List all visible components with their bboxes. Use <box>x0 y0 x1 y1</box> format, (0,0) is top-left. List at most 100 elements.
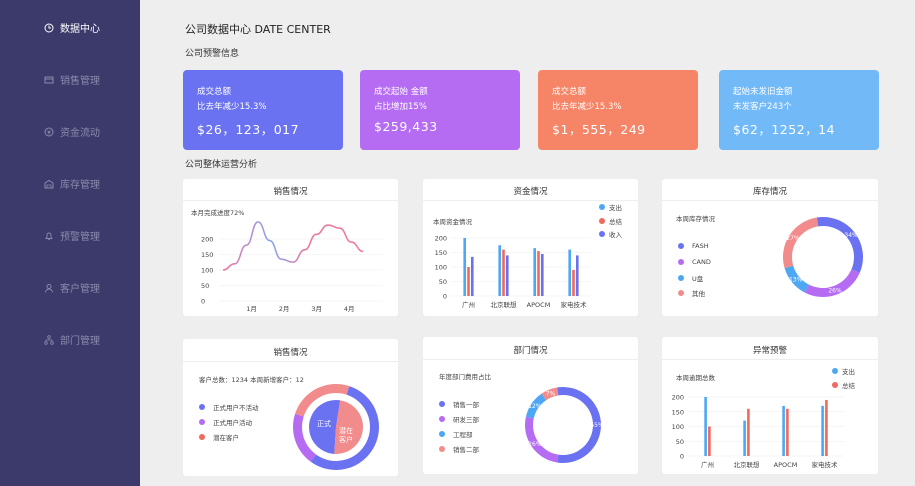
x-tick-label: APOCM <box>774 461 798 469</box>
bar <box>708 426 711 456</box>
bar <box>471 256 474 296</box>
kpi-sub: 比去年减少15.3% <box>552 102 622 112</box>
bar <box>506 255 509 296</box>
inner-label: 正式 <box>317 419 331 428</box>
y-tick-label: 50 <box>676 438 684 446</box>
bar <box>498 245 501 296</box>
kpi-label: 成交起始 金额 <box>374 87 428 97</box>
inner-label: 客户 <box>339 435 353 444</box>
kpi-card-start-amount[interactable]: 成交起始 金额 占比增加15% $259,433 <box>360 70 520 150</box>
sidebar-item-data-center[interactable]: 数据中心 <box>44 20 100 35</box>
bar <box>541 253 544 296</box>
slice-label: 7% <box>546 390 556 397</box>
clock-icon <box>44 23 54 32</box>
y-tick-label: 100 <box>672 423 684 431</box>
inner-label: 潜在 <box>339 426 353 435</box>
kpi-card-total-2[interactable]: 成交总额 比去年减少15.3% $1，555，249 <box>538 70 698 150</box>
donut-slice <box>816 217 863 273</box>
org-icon <box>44 334 54 345</box>
page-title: 公司数据中心 DATE CENTER <box>185 23 331 36</box>
kpi-label: 成交总额 <box>197 87 232 97</box>
y-tick-label: 100 <box>435 264 447 272</box>
bar <box>821 405 824 456</box>
slice-label: 34% <box>844 232 858 239</box>
series-line <box>222 221 364 271</box>
alerts-bar-chart: 0 50 100 150 200 广州 北京联想 APOCM 家电技术 <box>672 394 844 469</box>
inventory-card: 库存情况 本周库存情况 FASH CAND U盘 其他 34% 26% 13% 27% <box>662 179 878 316</box>
inventory-donut-chart: 34% 26% 13% 27% <box>783 217 863 297</box>
bar <box>568 249 571 296</box>
x-tick-label: 家电技术 <box>812 460 839 469</box>
kpi-card-total[interactable]: 成交总额 比去年减少15.3% $26，123，017 <box>183 70 343 150</box>
sidebar-item-sales[interactable]: 销售管理 <box>44 72 100 87</box>
bar <box>576 255 579 296</box>
bar <box>782 405 785 456</box>
kpi-sub: 比去年减少15.3% <box>197 102 267 112</box>
sidebar-item-customers[interactable]: 客户管理 <box>44 280 100 295</box>
y-tick-label: 0 <box>443 293 447 301</box>
kpi-sub: 占比增加15% <box>374 102 427 112</box>
money-icon <box>44 127 54 136</box>
y-tick-label: 100 <box>201 267 213 275</box>
bell-icon <box>45 232 53 240</box>
kpi-label: 成交总额 <box>552 87 587 97</box>
donut-slice <box>525 416 559 463</box>
main-content: 公司数据中心 DATE CENTER 公司预警信息 成交总额 比去年减少15.3… <box>145 0 915 486</box>
alerts-card: 异常预警 本周逾期总数 支出 总结 0 50 100 150 200 广州 北京联想 APOC… <box>662 337 878 474</box>
y-tick-label: 50 <box>439 278 447 286</box>
slice-label: 12% <box>528 403 542 410</box>
y-tick-label: 200 <box>201 236 213 244</box>
sidebar-item-departments[interactable]: 部门管理 <box>44 332 100 347</box>
y-tick-label: 150 <box>672 408 684 416</box>
sidebar-item-inventory[interactable]: 库存管理 <box>44 176 100 191</box>
donut-slice <box>783 217 819 269</box>
customers-donut-chart: 正式潜在客户 <box>293 384 379 470</box>
bar <box>825 399 828 456</box>
funds-card: 资金情况 本周资金情况 支出 总结 收入 0 50 100 150 200 广州 北京联想 A… <box>423 179 638 316</box>
x-tick-label: 1月 <box>246 305 257 313</box>
kpi-value: $62，1252，14 <box>733 122 836 137</box>
y-tick-label: 150 <box>201 251 213 259</box>
department-donut-chart: 55% 26% 12% 7% <box>525 387 604 463</box>
card-icon <box>44 76 54 83</box>
department-card: 部门情况 年度部门费用占比 销售一部 研发三部 工程部 销售二部 55% 26% 1… <box>423 337 638 474</box>
bar <box>704 397 707 456</box>
x-tick-label: 4月 <box>344 305 355 313</box>
y-tick-label: 50 <box>201 282 209 290</box>
sidebar-item-label: 销售管理 <box>60 76 100 87</box>
kpi-card-unsent[interactable]: 起始未发旧金额 未发客户243个 $62，1252，14 <box>719 70 879 150</box>
y-tick-label: 0 <box>680 453 684 461</box>
y-tick-label: 150 <box>435 249 447 257</box>
sidebar-item-label: 客户管理 <box>60 284 100 295</box>
kpi-value: $1，555，249 <box>552 122 646 137</box>
sidebar-item-label: 部门管理 <box>60 336 100 347</box>
analysis-section-title: 公司整体运营分析 <box>185 160 258 170</box>
warehouse-icon <box>44 179 54 188</box>
slice-label: 27% <box>786 235 800 242</box>
sales-trend-card: 销售情况 本月完成进度72% 0 50 100 150 200 1月 2月 3月 4月 <box>183 179 398 316</box>
x-tick-label: 广州 <box>701 460 714 469</box>
bar <box>747 408 750 456</box>
x-tick-label: 北京联想 <box>491 300 518 309</box>
bar <box>467 267 470 296</box>
sidebar-item-alerts[interactable]: 预警管理 <box>44 228 100 243</box>
slice-label: 13% <box>789 277 803 284</box>
x-tick-label: APOCM <box>527 301 551 309</box>
funds-bar-chart: 0 50 100 150 200 广州 北京联想 APOCM 家电技术 <box>435 235 591 309</box>
slice-label: 26% <box>528 441 542 448</box>
x-tick-label: 广州 <box>462 300 475 309</box>
sidebar-item-label: 预警管理 <box>60 232 100 243</box>
slice-label: 55% <box>590 422 604 429</box>
kpi-value: $259,433 <box>374 119 438 134</box>
sidebar-item-label: 数据中心 <box>60 24 100 35</box>
user-icon <box>45 283 53 293</box>
sidebar: 数据中心 销售管理 资金流动 库存管理 预警管理 客户管理 部门管理 <box>0 0 140 486</box>
x-tick-label: 家电技术 <box>561 300 588 309</box>
bar <box>533 248 536 296</box>
sales-customers-card: 销售情况 客户总数：1234 本周新增客户：12 正式用户不活动 正式用户活动 … <box>183 339 398 476</box>
x-tick-label: 2月 <box>279 305 290 313</box>
slice-label: 26% <box>828 287 842 294</box>
sidebar-item-label: 资金流动 <box>60 128 100 139</box>
sidebar-item-funds[interactable]: 资金流动 <box>44 124 100 139</box>
bar <box>572 269 575 296</box>
